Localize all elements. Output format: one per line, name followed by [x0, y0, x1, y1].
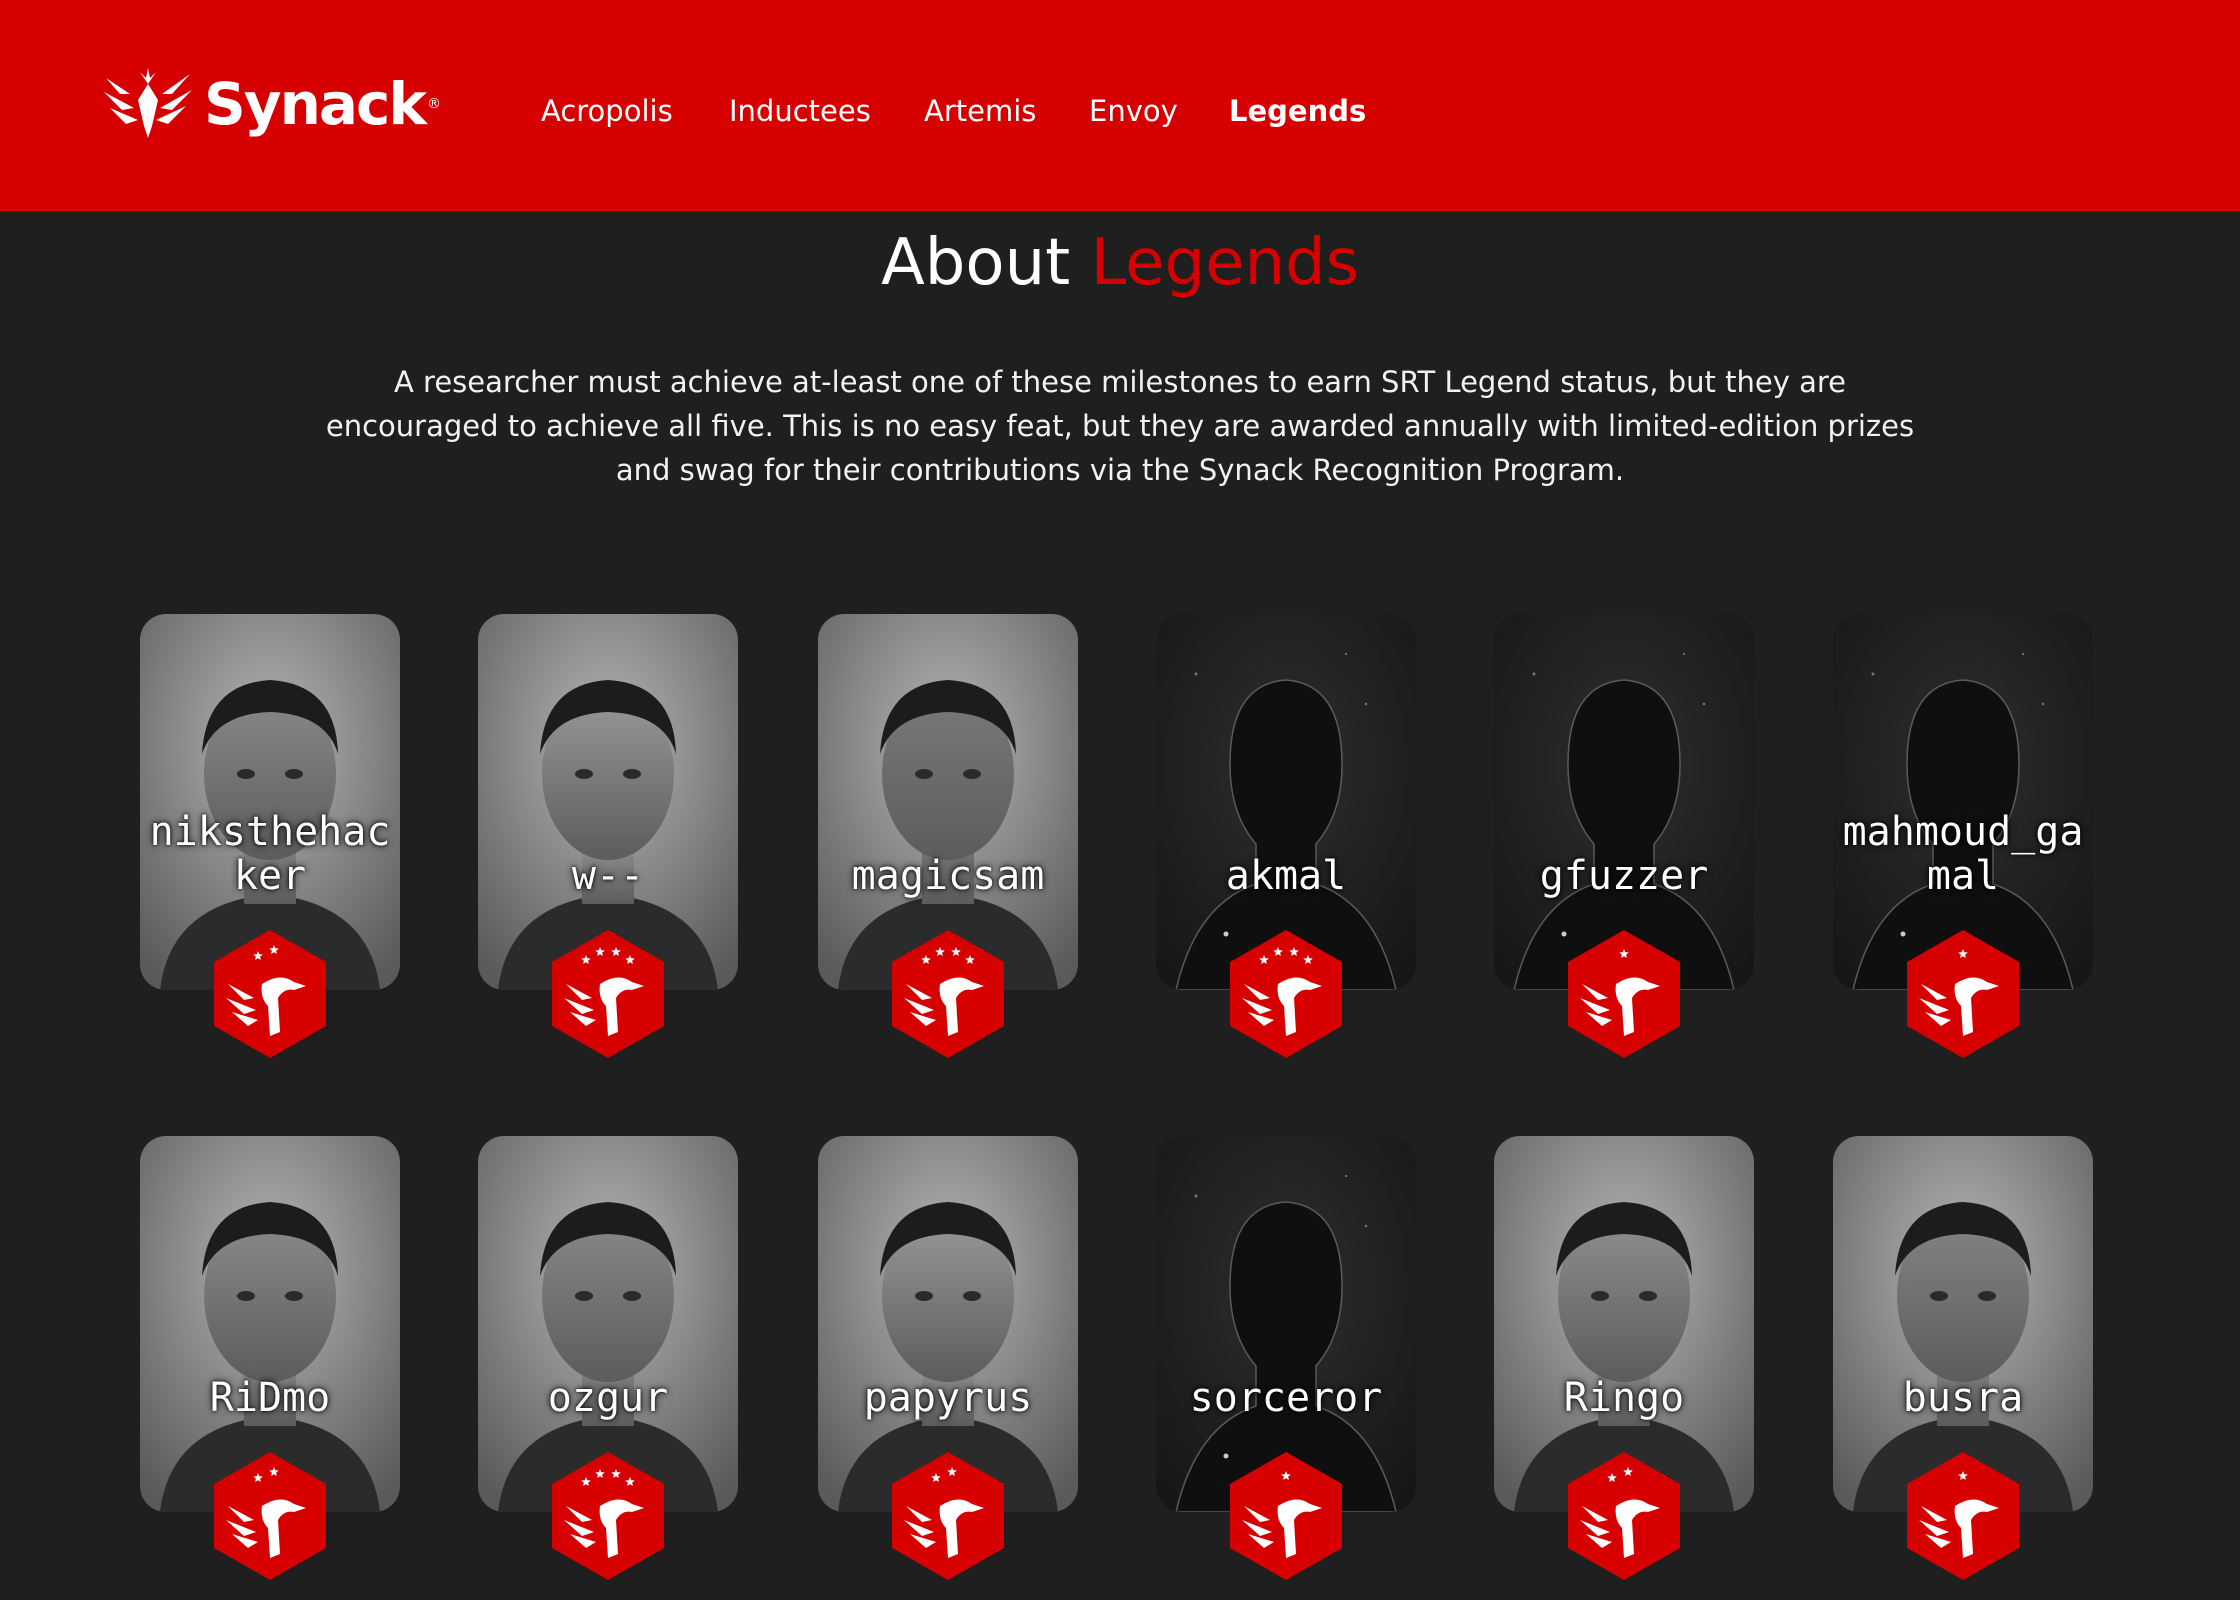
legend-badge-icon	[1230, 930, 1342, 1058]
legend-name: w--	[571, 853, 645, 899]
legend-name: niksthehac ker	[149, 809, 391, 899]
legend-name: papyrus	[863, 1375, 1033, 1421]
legend-badge	[1903, 1450, 2023, 1582]
legend-badge	[1564, 1450, 1684, 1582]
brand-name: Synack	[204, 70, 427, 138]
legend-name: magicsam	[851, 853, 1045, 899]
legend-name: ozgur	[547, 1375, 669, 1421]
legend-badge-icon	[552, 930, 664, 1058]
legend-badge-icon	[1907, 930, 2019, 1058]
legend-name: busra	[1902, 1375, 2024, 1421]
site-header: Synack ® Acropolis Inductees Artemis Envo…	[0, 0, 2240, 211]
legend-name: akmal	[1225, 853, 1347, 899]
nav-envoy[interactable]: Envoy	[1089, 94, 1178, 128]
nav-inductees[interactable]: Inductees	[729, 94, 871, 128]
legend-badge	[888, 928, 1008, 1060]
legend-badge	[1226, 928, 1346, 1060]
legend-name: sorceror	[1189, 1375, 1383, 1421]
legend-badge	[548, 1450, 668, 1582]
legend-badge-icon	[552, 1452, 664, 1580]
legend-badge	[548, 928, 668, 1060]
about-line: encouraged to achieve all five. This is …	[325, 409, 1915, 443]
legend-badge	[210, 1450, 330, 1582]
about-line: A researcher must achieve at-least one o…	[394, 365, 1846, 399]
legend-name: RiDmo	[209, 1375, 331, 1421]
legend-badge	[1564, 928, 1684, 1060]
title-plain: About	[881, 226, 1071, 300]
about-line: and swag for their contributions via the…	[615, 453, 1625, 487]
legend-badge-icon	[1568, 1452, 1680, 1580]
synack-logo[interactable]: Synack ®	[100, 64, 441, 144]
legend-badge	[1226, 1450, 1346, 1582]
legend-name: Ringo	[1563, 1375, 1685, 1421]
nav-acropolis[interactable]: Acropolis	[541, 94, 673, 128]
nav-artemis[interactable]: Artemis	[924, 94, 1036, 128]
legend-badge-icon	[1907, 1452, 2019, 1580]
legend-badge-icon	[892, 1452, 1004, 1580]
legend-name: gfuzzer	[1539, 853, 1709, 899]
about-paragraph: A researcher must achieve at-least one o…	[300, 360, 1940, 492]
registered-mark-icon: ®	[426, 96, 441, 112]
legend-badge-icon	[892, 930, 1004, 1058]
legend-badge-icon	[1568, 930, 1680, 1058]
synack-logo-icon	[104, 68, 192, 138]
legend-badge	[888, 1450, 1008, 1582]
legend-badge	[1903, 928, 2023, 1060]
legend-name: mahmoud_ga mal	[1842, 809, 2084, 899]
nav-legends[interactable]: Legends	[1229, 94, 1366, 128]
page-title: About Legends	[0, 226, 2240, 300]
legend-badge-icon	[214, 930, 326, 1058]
legend-badge-icon	[214, 1452, 326, 1580]
title-accent: Legends	[1090, 226, 1359, 300]
legend-badge	[210, 928, 330, 1060]
legend-badge-icon	[1230, 1452, 1342, 1580]
